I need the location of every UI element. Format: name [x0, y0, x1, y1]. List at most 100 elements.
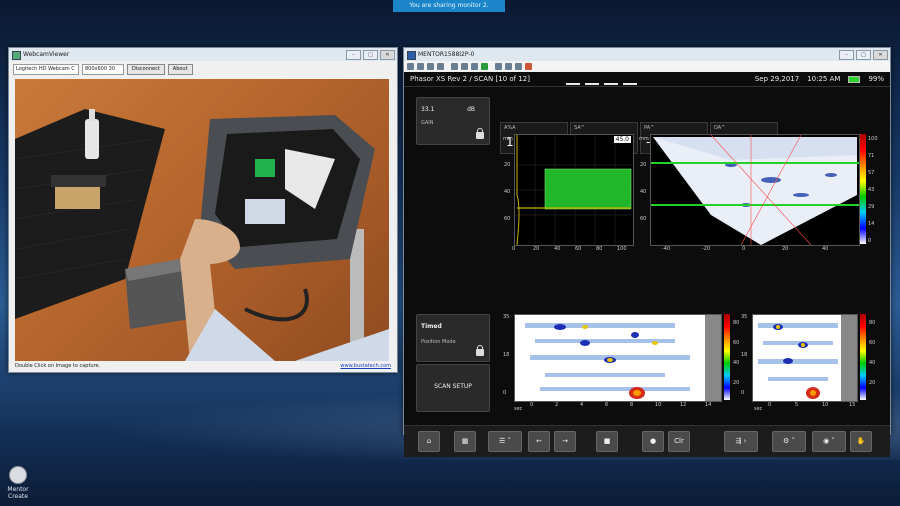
- cscan-right-x-tick: 10: [822, 402, 829, 408]
- ascan-plot[interactable]: 45.0: [514, 134, 634, 246]
- position-mode-panel[interactable]: Timed Position Mode: [416, 314, 490, 362]
- sscan-plot[interactable]: [650, 134, 860, 246]
- probe-icon[interactable]: [623, 74, 637, 85]
- cscan-left-xunit: sec: [514, 406, 523, 412]
- time-text: 10:25 AM: [807, 75, 841, 83]
- mentor-title: MENTOR1588I2P-0: [418, 51, 475, 58]
- camera-button[interactable]: ◉ ˄: [812, 431, 846, 452]
- sscan-scale-tick: 71: [868, 153, 875, 159]
- copy-icon[interactable]: [495, 62, 502, 70]
- cscan-left-scale-tick: 40: [733, 360, 740, 366]
- stop-button[interactable]: ■: [596, 431, 618, 452]
- gate-region: [544, 168, 632, 210]
- minimize-button[interactable]: –: [839, 50, 854, 60]
- ascan-x-tick: 40: [554, 246, 561, 252]
- sscan-x-tick: 0: [742, 246, 746, 252]
- disk-icon[interactable]: [515, 62, 522, 70]
- shortcut-label-line1: Mentor: [7, 486, 29, 493]
- mentor-titlebar[interactable]: MENTOR1588I2P-0 – □ ✕: [404, 48, 890, 61]
- disconnect-button[interactable]: Disconnect: [127, 63, 165, 75]
- mode-sub: Position Mode: [421, 339, 456, 345]
- about-button[interactable]: About: [167, 63, 193, 75]
- webcam-titlebar[interactable]: WebcamViewer – □ ✕: [9, 48, 397, 61]
- all-icon[interactable]: [481, 62, 488, 70]
- ascan-x-tick: 0: [512, 246, 516, 252]
- record-button[interactable]: ●: [642, 431, 664, 452]
- webcam-statusbar: Double Click on Image to capture. www.bu…: [15, 363, 391, 369]
- cscan-left-y-tick: 35: [503, 314, 510, 320]
- settings-gear-button[interactable]: ⚙ ˄: [772, 431, 806, 452]
- cscan-right-x-tick: 5: [795, 402, 799, 408]
- cscan-right-y-tick: 0: [741, 390, 745, 396]
- minimize-button[interactable]: –: [346, 50, 361, 60]
- cscan-left-plot[interactable]: [514, 314, 722, 402]
- ascan-y-tick: 40: [504, 189, 511, 195]
- gain-panel[interactable]: 33.1 dB GAIN: [416, 97, 490, 145]
- cscan-right-scale-tick: 80: [869, 320, 876, 326]
- record-icon[interactable]: [461, 62, 468, 70]
- webcam-title: WebcamViewer: [23, 51, 70, 58]
- ascan-y-tick: 60: [504, 216, 511, 222]
- ascan-x-tick: 60: [575, 246, 582, 252]
- signal-icon[interactable]: [604, 74, 618, 85]
- gain-label: GAIN: [421, 120, 434, 126]
- readout-label: SA^: [574, 125, 585, 131]
- lock-icon: [476, 128, 484, 139]
- cscan-left-x-tick: 14: [705, 402, 712, 408]
- cancel-icon[interactable]: [525, 62, 532, 70]
- desktop-shortcut-mentor-create[interactable]: Mentor Create: [4, 466, 32, 500]
- hand-touch-button[interactable]: ✋: [850, 431, 872, 452]
- website-link[interactable]: www.bustatech.com: [340, 363, 391, 369]
- cscan-right-x-tick: 15: [849, 402, 856, 408]
- cscan-left-x-tick: 6: [605, 402, 609, 408]
- camera-select[interactable]: Logitech HD Webcam C: [13, 63, 79, 75]
- menu-button[interactable]: ☰ ˄: [488, 431, 522, 452]
- forward-arrow-button[interactable]: →: [554, 431, 576, 452]
- link-icon[interactable]: [451, 62, 458, 70]
- sscan-unit: mm: [639, 136, 649, 142]
- sscan-scale-tick: 29: [868, 204, 875, 210]
- refresh-icon[interactable]: [437, 62, 444, 70]
- sscan-y-tick: 20: [640, 162, 647, 168]
- back-arrow-button[interactable]: ←: [528, 431, 550, 452]
- close-button[interactable]: ✕: [380, 50, 395, 60]
- sscan-scale-tick: 57: [868, 170, 875, 176]
- maximize-button[interactable]: □: [363, 50, 378, 60]
- audio-icon[interactable]: [471, 62, 478, 70]
- open-icon[interactable]: [407, 62, 414, 70]
- ge-logo-icon: [9, 466, 27, 484]
- settings-icon[interactable]: [427, 62, 434, 70]
- instrument-screen: Phasor XS Rev 2 / SCAN [10 of 12] Sep 29…: [404, 72, 890, 457]
- maximize-button[interactable]: □: [856, 50, 871, 60]
- gate-icon[interactable]: [566, 74, 580, 85]
- sscan-x-tick: -20: [702, 246, 711, 252]
- sscan-colorbar: [860, 134, 866, 244]
- sscan-scale-tick: 0: [868, 238, 872, 244]
- cscan-right-scale-tick: 40: [869, 360, 876, 366]
- mode-title: Timed: [421, 323, 442, 330]
- sscan-y-tick: 40: [640, 189, 647, 195]
- scan-mode-button[interactable]: ⇶ ›: [724, 431, 758, 452]
- webcam-toolbar: Logitech HD Webcam C 800x600 30 Disconne…: [9, 61, 397, 77]
- clear-button[interactable]: Clr: [668, 431, 690, 452]
- instrument-header: Phasor XS Rev 2 / SCAN [10 of 12] Sep 29…: [404, 72, 890, 87]
- home-button[interactable]: ⌂: [418, 431, 440, 452]
- cscan-left-x-tick: 12: [680, 402, 687, 408]
- close-button[interactable]: ✕: [873, 50, 888, 60]
- sscan-scale-tick: 43: [868, 187, 875, 193]
- cscan-left-y-tick: 0: [503, 390, 507, 396]
- cscan-left-x-tick: 2: [555, 402, 559, 408]
- apps-grid-button[interactable]: ▦: [454, 431, 476, 452]
- resolution-select[interactable]: 800x600 30: [82, 63, 124, 75]
- battery-icon: [848, 75, 861, 83]
- webcam-image[interactable]: [15, 79, 389, 361]
- bottom-toolbar: ⌂ ▦ ☰ ˄ ← → ■ ● Clr ⇶ › ⚙ ˄ ◉ ˄ ✋: [404, 425, 890, 457]
- measure-icon[interactable]: [585, 74, 599, 85]
- share-banner: You are sharing monitor 2.: [393, 0, 505, 12]
- save-icon[interactable]: [417, 62, 424, 70]
- scan-setup-button[interactable]: SCAN SETUP: [416, 364, 490, 412]
- cscan-right-plot[interactable]: [752, 314, 858, 402]
- cscan-left-colorbar: [724, 314, 730, 400]
- ascan-x-tick: 20: [533, 246, 540, 252]
- grid-icon[interactable]: [505, 62, 512, 70]
